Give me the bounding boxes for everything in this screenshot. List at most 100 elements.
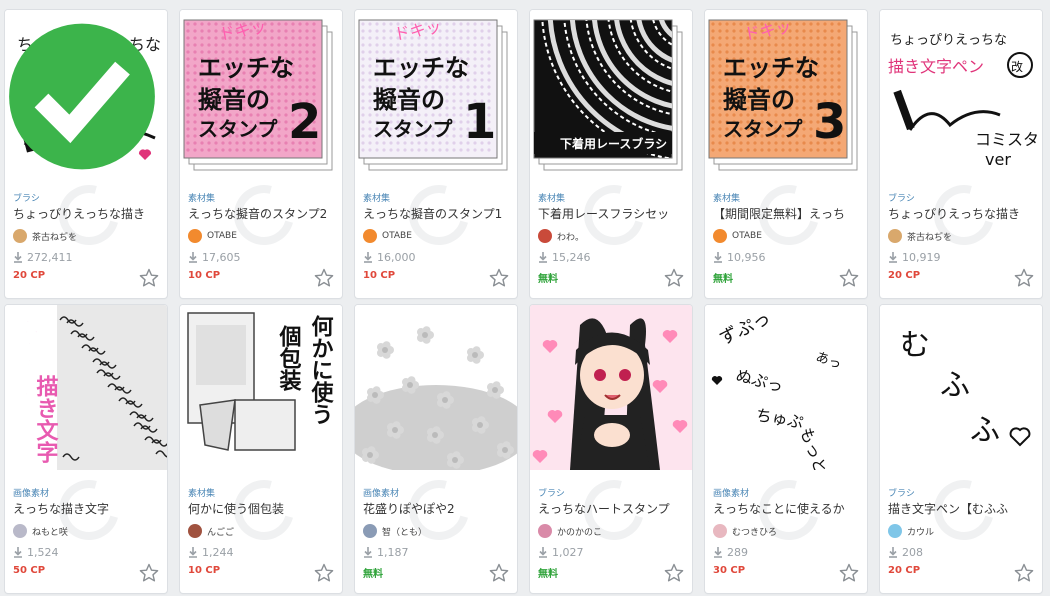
- download-count: 1,187: [363, 546, 409, 559]
- card-author[interactable]: カウル: [888, 523, 1036, 539]
- avatar: [713, 524, 727, 538]
- material-card[interactable]: ブラシ えっちなハートスタンプ かのかのこ 1,027 無料: [530, 305, 692, 593]
- card-author[interactable]: 茶古ねぢを: [13, 228, 161, 244]
- download-count-value: 1,027: [552, 546, 584, 559]
- card-thumbnail[interactable]: [355, 305, 517, 470]
- download-count-value: 16,000: [377, 251, 416, 264]
- star-outline-icon[interactable]: [664, 563, 684, 583]
- material-card[interactable]: ドキッ エッチな 擬音の スタンプ 1 素材集 えっちな擬音のスタンプ1 OTA…: [355, 10, 517, 298]
- author-name[interactable]: むつきひろ: [732, 525, 777, 538]
- material-card[interactable]: ずぷっ ぬぷっ ちゅぷ あっ もっと 画像素材 えっちなことに使えるか むつきひ…: [705, 305, 867, 593]
- download-icon: [189, 547, 197, 558]
- avatar: [363, 524, 377, 538]
- card-title[interactable]: 描き文字ペン【むふふ: [888, 500, 1036, 517]
- author-name[interactable]: わわ。: [557, 230, 584, 243]
- star-outline-icon[interactable]: [139, 268, 159, 288]
- star-outline-icon[interactable]: [664, 268, 684, 288]
- author-name[interactable]: OTABE: [732, 231, 762, 241]
- card-title[interactable]: 何かに使う個包装: [188, 500, 336, 517]
- card-title[interactable]: ちょっぴりえっちな描き: [13, 205, 161, 222]
- material-card[interactable]: む ふ ふ ブラシ 描き文字ペン【むふふ カウル 208 20 CP: [880, 305, 1042, 593]
- author-name[interactable]: 茶古ねぢを: [907, 230, 952, 243]
- material-card[interactable]: ちょっぴりえっちな 描き文字ペン ブラシ ちょっぴりえっちな描き 茶古ねぢを: [5, 10, 167, 298]
- material-card[interactable]: ドキッ エッチな 擬音の スタンプ 3 素材集 【期間限定無料】えっち OTAB…: [705, 10, 867, 298]
- price-label: 20 CP: [888, 270, 921, 281]
- card-author[interactable]: ねもと咲: [13, 523, 161, 539]
- author-name[interactable]: OTABE: [207, 231, 237, 241]
- card-title[interactable]: えっちな擬音のスタンプ2: [188, 205, 336, 222]
- avatar: [13, 229, 27, 243]
- card-title[interactable]: 花盛りぽやぽや2: [363, 500, 511, 517]
- download-count-value: 1,244: [202, 546, 234, 559]
- author-name[interactable]: OTABE: [382, 231, 412, 241]
- card-author[interactable]: かのかのこ: [538, 523, 686, 539]
- card-thumbnail[interactable]: ドキッ エッチな 擬音の スタンプ 2: [180, 10, 342, 175]
- thumbnail-art: [355, 305, 517, 470]
- download-icon: [364, 252, 372, 263]
- download-icon: [539, 252, 547, 263]
- author-name[interactable]: かのかのこ: [557, 525, 602, 538]
- avatar: [713, 229, 727, 243]
- thumb-text: 描き文字: [33, 375, 59, 464]
- avatar: [538, 524, 552, 538]
- card-author[interactable]: 智（とも）: [363, 523, 511, 539]
- card-author[interactable]: わわ。: [538, 228, 686, 244]
- material-card[interactable]: 下着用レースブラシ 素材集 下着用レースフラシセッ わわ。 15,246 無料: [530, 10, 692, 298]
- card-author[interactable]: 茶古ねぢを: [888, 228, 1036, 244]
- star-outline-icon[interactable]: [839, 563, 859, 583]
- thumb-text: 3: [813, 94, 846, 150]
- card-thumbnail[interactable]: 下着用レースブラシ: [530, 10, 692, 175]
- download-count: 1,244: [188, 546, 234, 559]
- card-thumbnail[interactable]: ドキッ エッチな 擬音の スタンプ 1: [355, 10, 517, 175]
- card-title[interactable]: えっちな描き文字: [13, 500, 161, 517]
- author-name[interactable]: 智（とも）: [382, 525, 427, 538]
- star-outline-icon[interactable]: [314, 563, 334, 583]
- card-thumbnail[interactable]: ドキッ エッチな 擬音の スタンプ 3: [705, 10, 867, 175]
- star-outline-icon[interactable]: [489, 268, 509, 288]
- thumb-text: 擬音の: [373, 86, 445, 114]
- download-count-value: 289: [727, 546, 748, 559]
- card-thumbnail[interactable]: えっちな 描き文字: [5, 305, 167, 470]
- star-outline-icon[interactable]: [139, 563, 159, 583]
- material-card[interactable]: ドキッ エッチな 擬音の スタンプ 2 素材集 えっちな擬音のスタンプ2 OTA…: [180, 10, 342, 298]
- author-name[interactable]: 茶古ねぢを: [32, 230, 77, 243]
- download-count-value: 10,919: [902, 251, 941, 264]
- card-author[interactable]: OTABE: [363, 228, 511, 244]
- download-icon: [189, 252, 197, 263]
- card-title[interactable]: ちょっぴりえっちな描き: [888, 205, 1036, 222]
- card-author[interactable]: んごご: [188, 523, 336, 539]
- author-name[interactable]: んごご: [207, 525, 234, 538]
- thumb-text: 何かに使う: [308, 314, 335, 425]
- material-card[interactable]: 何かに使う 個包装 素材集 何かに使う個包装 んごご 1,244 10 CP: [180, 305, 342, 593]
- star-outline-icon[interactable]: [1014, 563, 1034, 583]
- star-outline-icon[interactable]: [314, 268, 334, 288]
- thumbnail-art: む ふ ふ: [880, 305, 1042, 470]
- material-card[interactable]: えっちな 描き文字 画像素材 えっちな描き文字 ねもと咲 1,524 50 CP: [5, 305, 167, 593]
- card-author[interactable]: OTABE: [713, 228, 861, 244]
- author-name[interactable]: カウル: [907, 525, 934, 538]
- card-thumbnail[interactable]: む ふ ふ: [880, 305, 1042, 470]
- card-thumbnail[interactable]: 何かに使う 個包装: [180, 305, 342, 470]
- card-title[interactable]: 下着用レースフラシセッ: [538, 205, 686, 222]
- star-outline-icon[interactable]: [489, 563, 509, 583]
- card-author[interactable]: むつきひろ: [713, 523, 861, 539]
- card-info: ブラシ ちょっぴりえっちな描き 茶古ねぢを 10,919 20 CP: [880, 174, 1042, 298]
- card-title[interactable]: えっちなことに使えるか: [713, 500, 861, 517]
- card-title[interactable]: えっちなハートスタンプ: [538, 500, 686, 517]
- thumb-text: ふ: [970, 413, 1000, 448]
- thumb-text: スタンプ: [723, 117, 803, 141]
- card-author[interactable]: OTABE: [188, 228, 336, 244]
- star-outline-icon[interactable]: [1014, 268, 1034, 288]
- card-thumbnail[interactable]: ちょっぴりえっちな 描き文字ペン: [5, 10, 167, 175]
- card-title[interactable]: えっちな擬音のスタンプ1: [363, 205, 511, 222]
- card-thumbnail[interactable]: ちょっぴりえっちな 描き文字ペン 改 コミスタ ver: [880, 10, 1042, 175]
- card-thumbnail[interactable]: ずぷっ ぬぷっ ちゅぷ あっ もっと: [705, 305, 867, 470]
- card-title[interactable]: 【期間限定無料】えっち: [713, 205, 861, 222]
- thumb-text: ver: [985, 150, 1011, 169]
- card-thumbnail[interactable]: [530, 305, 692, 470]
- material-card[interactable]: ちょっぴりえっちな 描き文字ペン 改 コミスタ ver ブラシ ちょっぴりえっち…: [880, 10, 1042, 298]
- material-card[interactable]: 画像素材 花盛りぽやぽや2 智（とも） 1,187 無料: [355, 305, 517, 593]
- author-name[interactable]: ねもと咲: [32, 525, 68, 538]
- card-info: 画像素材 えっちな描き文字 ねもと咲 1,524 50 CP: [5, 469, 167, 593]
- star-outline-icon[interactable]: [839, 268, 859, 288]
